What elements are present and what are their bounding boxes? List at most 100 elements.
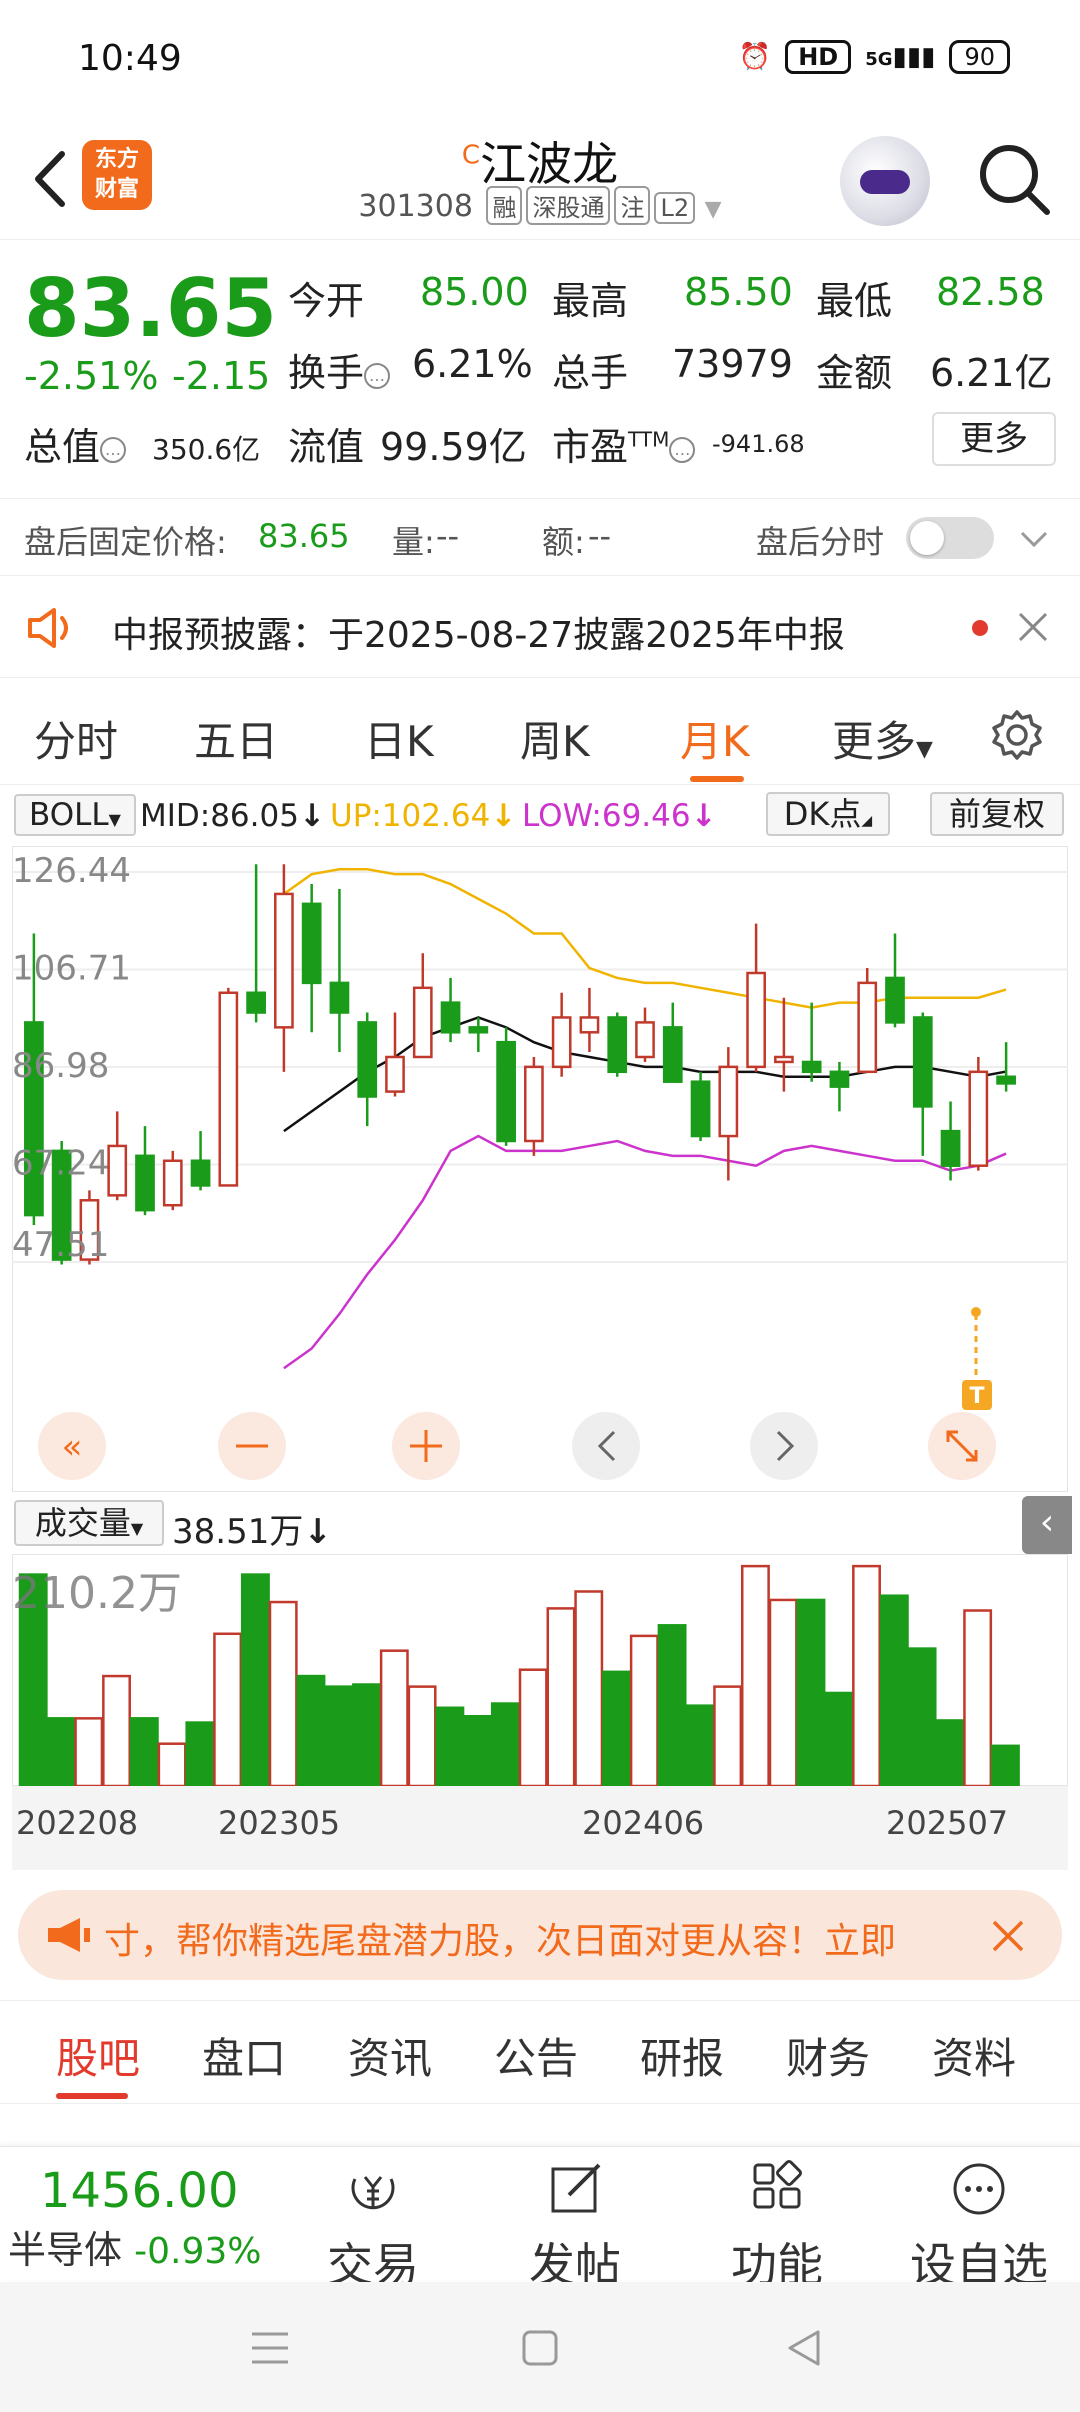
volume-bar [352, 1683, 381, 1786]
chart-next-button[interactable] [750, 1412, 818, 1480]
volume-label: 总手 [552, 351, 629, 395]
tab-profile[interactable]: 资料 [932, 2025, 1016, 2086]
home-icon[interactable] [520, 2328, 560, 2368]
menu-icon[interactable] [250, 2330, 290, 2366]
volume-bar [657, 1624, 687, 1786]
promo-banner[interactable]: 寸，帮你精选尾盘潜力股，次日面对更从容！立即 [18, 1890, 1062, 1980]
candle [162, 1150, 183, 1211]
candle-body [607, 1016, 628, 1074]
tab-more[interactable]: 更多▼ [832, 708, 933, 769]
float-value: 99.59亿 [380, 425, 527, 469]
after-hours-toggle[interactable] [906, 517, 994, 559]
pe-label[interactable]: 市盈TTM… [552, 416, 696, 471]
tab-news[interactable]: 资讯 [348, 2025, 432, 2086]
tab-monthly-k[interactable]: 月K [680, 708, 750, 769]
add-watchlist-button[interactable]: 设自选 [904, 2159, 1054, 2295]
after-hours-vol: -- [436, 517, 460, 555]
y-tick-label: 106.71 [12, 948, 131, 988]
candle-body [496, 1040, 516, 1143]
candle [218, 987, 239, 1187]
tag-registered: 注 [614, 186, 651, 225]
tab-forum[interactable]: 股吧 [56, 2025, 140, 2086]
candle-body [801, 1060, 822, 1074]
dropdown-icon: ▼ [108, 810, 121, 829]
promo-text: 寸，帮你精选尾盘潜力股，次日面对更从容！立即 [104, 1921, 897, 1962]
stock-name: 江波龙 [480, 137, 619, 191]
candle-body [135, 1154, 155, 1212]
tab-intraday[interactable]: 分时 [34, 708, 118, 769]
tab-orderbook[interactable]: 盘口 [202, 2025, 286, 2086]
volume-bar [490, 1702, 520, 1786]
candle-body [329, 981, 350, 1014]
tab-announcements[interactable]: 公告 [494, 2025, 578, 2086]
zoom-in-button[interactable] [392, 1412, 460, 1480]
y-tick-label: 47.51 [12, 1225, 109, 1265]
post-button[interactable]: 发帖 [500, 2159, 650, 2295]
mktcap-label-text: 总值 [24, 425, 101, 469]
x-tick: 202208 [16, 1804, 139, 1842]
amount-label: 金额 [816, 351, 893, 395]
volume-bar [435, 1706, 465, 1786]
tab-5day[interactable]: 五日 [194, 708, 278, 769]
trade-button[interactable]: 交易 [298, 2159, 448, 2295]
dk-point-button[interactable]: DK点◢ [766, 792, 890, 836]
volume-bar [824, 1691, 854, 1786]
x-tick: 202406 [582, 1804, 705, 1842]
open-value: 85.00 [420, 270, 529, 314]
candle-body [857, 981, 878, 1074]
close-icon[interactable] [990, 1918, 1026, 1954]
chart-first-button[interactable]: « [38, 1412, 106, 1480]
back-nav-icon[interactable] [784, 2328, 824, 2368]
y-tick-label: 67.24 [12, 1144, 109, 1184]
adjust-button[interactable]: 前复权 [930, 792, 1064, 836]
status-icons: ⏰ HD 5G▮▮▮ 90 [739, 40, 1010, 74]
tab-weekly-k[interactable]: 周K [520, 708, 590, 769]
side-panel-toggle[interactable]: ‹ [1022, 1496, 1072, 1554]
candle-body [440, 1001, 461, 1034]
notice-banner[interactable]: 中报预披露：于2025-08-27披露2025年中报 [0, 578, 1080, 678]
boll-low-text: LOW:69.46 [522, 798, 691, 834]
pe-value: -941.68 [712, 430, 805, 458]
candlestick-chart[interactable]: 126.44 106.71 86.98 67.24 47.51 T « [12, 846, 1068, 1492]
chart-prev-button[interactable] [572, 1412, 640, 1480]
volume-indicator-select[interactable]: 成交量▼ [14, 1500, 164, 1546]
period-tabs: 分时 五日 日K 周K 月K 更多▼ [0, 680, 1080, 785]
search-icon[interactable] [975, 140, 1055, 220]
info-icon: … [364, 362, 391, 389]
fullscreen-button[interactable] [928, 1412, 996, 1480]
robot-assistant-icon[interactable] [840, 136, 930, 226]
volume-bar [102, 1674, 131, 1786]
candle [496, 1027, 516, 1146]
chevron-down-icon[interactable] [1018, 523, 1050, 555]
name-badge: C [461, 140, 481, 171]
candle-body [968, 1070, 989, 1167]
gear-icon[interactable] [990, 708, 1044, 762]
volume-bar [546, 1607, 576, 1786]
tab-financials[interactable]: 财务 [786, 2025, 870, 2086]
zoom-out-button[interactable] [218, 1412, 286, 1480]
notice-text: 中报预披露：于2025-08-27披露2025年中报 [112, 615, 845, 656]
candle-body [774, 1055, 794, 1064]
mktcap-label[interactable]: 总值… [24, 416, 127, 471]
edit-icon [551, 2163, 601, 2213]
tab-research[interactable]: 研报 [640, 2025, 724, 2086]
candle-body [912, 1016, 933, 1108]
candle-body [690, 1080, 711, 1138]
hd-badge: HD [785, 40, 852, 74]
volume-bar [240, 1573, 270, 1786]
candle [968, 1056, 989, 1171]
tab-daily-k[interactable]: 日K [364, 708, 434, 769]
dk-label: DK点 [783, 795, 862, 833]
more-button[interactable]: 更多 [932, 412, 1056, 466]
volume-bar [629, 1634, 659, 1786]
close-icon[interactable] [1016, 610, 1050, 644]
turnover-label[interactable]: 换手… [288, 342, 391, 397]
volume-chart[interactable]: 210.2万 [12, 1554, 1068, 1786]
candle-body [579, 1016, 600, 1034]
function-button[interactable]: 功能 [702, 2159, 852, 2295]
volume-bar [990, 1744, 1020, 1786]
low-label: 最低 [816, 279, 893, 323]
indicator-select[interactable]: BOLL▼ [14, 794, 136, 836]
index-name-row: 半导体 -0.93% [8, 2219, 261, 2274]
high-value: 85.50 [684, 270, 793, 314]
